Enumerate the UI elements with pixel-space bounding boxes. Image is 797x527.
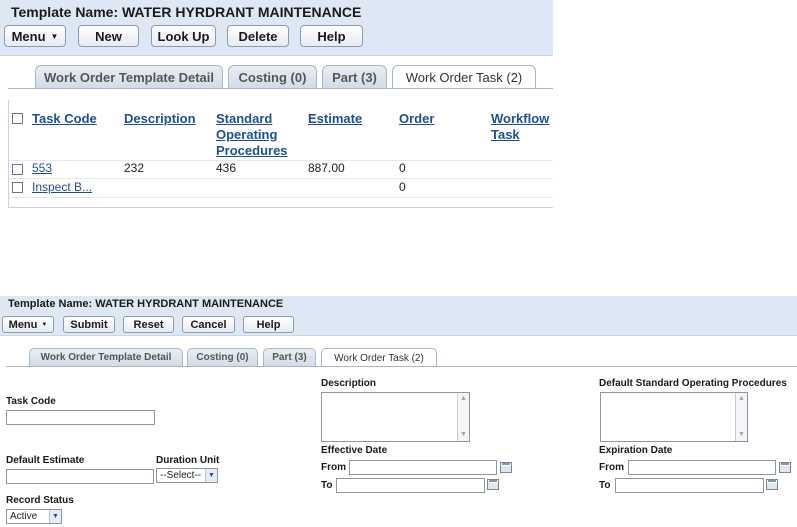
expiration-from-input[interactable]: [628, 460, 776, 475]
row-divider: [9, 178, 553, 179]
calendar-icon[interactable]: [779, 462, 791, 473]
menu-label: Menu: [8, 318, 38, 331]
look-up-button[interactable]: Look Up: [151, 25, 216, 47]
record-status-value: Active: [10, 511, 38, 522]
menu-button[interactable]: Menu ▼: [2, 316, 54, 333]
column-header-task-code[interactable]: Task Code: [32, 111, 97, 127]
submit-button[interactable]: Submit: [63, 316, 115, 333]
help-button[interactable]: Help: [243, 316, 294, 333]
effective-from-label: From: [321, 462, 346, 473]
record-status-select[interactable]: Active ▼: [6, 509, 62, 524]
estimate-cell: 887.00: [308, 161, 345, 175]
chevron-down-icon: ▼: [205, 469, 217, 482]
new-button[interactable]: New: [78, 25, 139, 47]
order-cell: 0: [399, 161, 406, 175]
effective-to-input[interactable]: [336, 478, 485, 493]
description-cell: 232: [124, 161, 145, 175]
tab-costing[interactable]: Costing (0): [228, 65, 317, 88]
tab-part[interactable]: Part (3): [263, 348, 316, 366]
default-estimate-label: Default Estimate: [6, 455, 85, 466]
duration-unit-value: --Select--: [160, 470, 202, 481]
column-header-order[interactable]: Order: [399, 111, 434, 127]
default-estimate-input[interactable]: [6, 469, 154, 484]
description-label: Description: [321, 378, 377, 389]
task-code-label: Task Code: [6, 396, 56, 407]
menu-label: Menu: [11, 28, 46, 44]
calendar-icon[interactable]: [487, 479, 499, 490]
menu-button[interactable]: Menu ▼: [4, 25, 66, 47]
select-all-checkbox[interactable]: [12, 113, 23, 124]
column-header-sop[interactable]: Standard Operating Procedures: [216, 111, 292, 159]
task-code-link[interactable]: Inspect B...: [32, 180, 92, 194]
scrollbar[interactable]: ▲ ▼: [457, 393, 469, 441]
task-code-link[interactable]: 553: [32, 161, 52, 175]
effective-from-input[interactable]: [349, 460, 497, 475]
column-header-estimate[interactable]: Estimate: [308, 111, 362, 127]
tab-costing[interactable]: Costing (0): [187, 348, 258, 366]
scroll-up-icon[interactable]: ▲: [460, 395, 467, 403]
dropdown-arrow-icon: ▼: [41, 321, 48, 328]
delete-button[interactable]: Delete: [227, 25, 289, 47]
page-title: Template Name: WATER HYRDRANT MAINTENANC…: [11, 4, 362, 20]
row-divider: [9, 197, 553, 198]
reset-button[interactable]: Reset: [123, 316, 174, 333]
help-button[interactable]: Help: [300, 25, 363, 47]
chevron-down-icon: ▼: [49, 510, 61, 523]
tab-divider: [8, 88, 553, 89]
expiration-date-label: Expiration Date: [599, 445, 673, 456]
scroll-up-icon[interactable]: ▲: [738, 395, 745, 403]
duration-unit-label: Duration Unit: [156, 455, 220, 466]
tab-part[interactable]: Part (3): [322, 65, 387, 88]
expiration-to-input[interactable]: [615, 478, 764, 493]
page-title: Template Name: WATER HYRDRANT MAINTENANC…: [8, 298, 284, 310]
column-header-description[interactable]: Description: [124, 111, 196, 127]
dropdown-arrow-icon: ▼: [50, 31, 59, 41]
description-textarea[interactable]: ▲ ▼: [321, 392, 470, 442]
default-sop-textarea[interactable]: ▲ ▼: [600, 392, 748, 442]
record-status-label: Record Status: [6, 495, 74, 506]
task-code-input[interactable]: [6, 410, 155, 425]
column-header-workflow-task[interactable]: Workflow Task: [491, 111, 553, 143]
scrollbar[interactable]: ▲ ▼: [735, 393, 747, 441]
calendar-icon[interactable]: [500, 462, 512, 473]
scroll-down-icon[interactable]: ▼: [738, 431, 745, 439]
tab-work-order-task[interactable]: Work Order Task (2): [392, 65, 536, 89]
tab-work-order-template-detail[interactable]: Work Order Template Detail: [35, 65, 223, 88]
calendar-icon[interactable]: [766, 479, 778, 490]
expiration-to-label: To: [599, 480, 611, 491]
default-sop-label: Default Standard Operating Procedures: [599, 378, 787, 389]
sop-cell: 436: [216, 161, 237, 175]
tab-work-order-template-detail[interactable]: Work Order Template Detail: [29, 348, 183, 366]
effective-to-label: To: [321, 480, 333, 491]
cancel-button[interactable]: Cancel: [182, 316, 235, 333]
expiration-from-label: From: [599, 462, 624, 473]
tab-divider: [6, 366, 797, 367]
row-checkbox[interactable]: [12, 182, 23, 193]
tab-work-order-task[interactable]: Work Order Task (2): [321, 348, 437, 367]
effective-date-label: Effective Date: [321, 445, 388, 456]
duration-unit-select[interactable]: --Select-- ▼: [156, 468, 218, 483]
order-cell: 0: [399, 180, 406, 194]
row-checkbox[interactable]: [12, 164, 23, 175]
scroll-down-icon[interactable]: ▼: [460, 431, 467, 439]
